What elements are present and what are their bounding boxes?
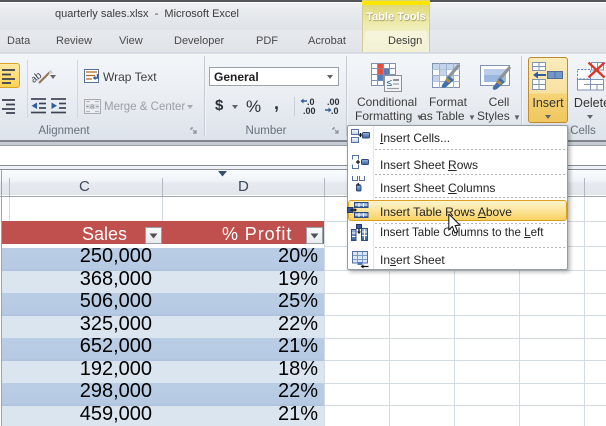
svg-text:.00: .00: [303, 106, 316, 115]
svg-text:ab: ab: [32, 70, 44, 86]
svg-text:≤: ≤: [387, 78, 393, 89]
svg-text:.0: .0: [331, 106, 339, 115]
